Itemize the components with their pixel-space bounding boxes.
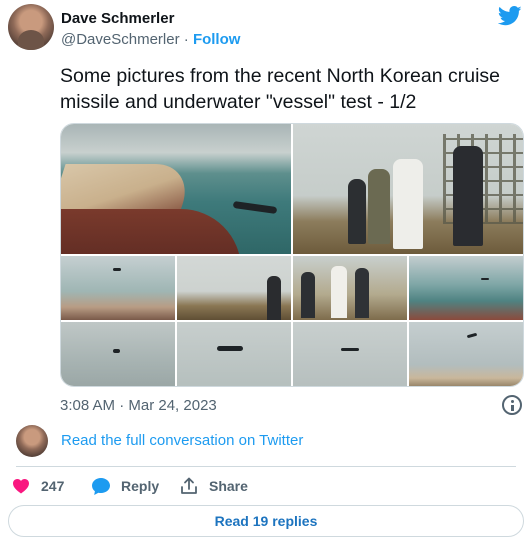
tweet-timestamp[interactable]: 3:08 AM · Mar 24, 2023 xyxy=(60,397,217,415)
like-count: 247 xyxy=(41,478,65,494)
photo-sea-view[interactable] xyxy=(409,256,523,320)
divider xyxy=(16,466,516,467)
photo-sky-2[interactable] xyxy=(177,322,291,386)
read-conversation-link[interactable]: Read the full conversation on Twitter xyxy=(61,432,303,450)
handle-separator: · xyxy=(183,31,189,48)
tweet-embed-card: Dave Schmerler @DaveSchmerler · Follow S… xyxy=(0,0,532,543)
reply-button[interactable]: Reply xyxy=(92,476,159,496)
photo-sky-3[interactable] xyxy=(293,322,407,386)
read-replies-button[interactable]: Read 19 replies xyxy=(8,505,524,537)
photo-missile-coast[interactable] xyxy=(61,124,291,254)
share-label: Share xyxy=(209,478,248,494)
photo-hill-observer[interactable] xyxy=(177,256,291,320)
follow-button[interactable]: Follow xyxy=(193,31,241,48)
share-icon xyxy=(181,477,197,494)
author-handle[interactable]: @DaveSchmerler xyxy=(61,31,180,48)
author-avatar[interactable] xyxy=(8,4,54,50)
author-name[interactable]: Dave Schmerler xyxy=(61,10,174,28)
reply-label: Reply xyxy=(121,478,160,494)
photo-sky-4[interactable] xyxy=(409,322,523,386)
twitter-bird-icon[interactable] xyxy=(498,6,522,26)
heart-icon xyxy=(13,479,29,494)
photo-sky-1[interactable] xyxy=(61,322,175,386)
media-grid[interactable] xyxy=(60,123,524,387)
share-button[interactable]: Share xyxy=(180,476,248,496)
photo-group-watching[interactable] xyxy=(293,256,407,320)
tweet-text: Some pictures from the recent North Kore… xyxy=(60,65,501,113)
photo-coast-flight[interactable] xyxy=(61,256,175,320)
info-icon[interactable] xyxy=(502,395,522,415)
reply-bubble-icon xyxy=(92,477,110,495)
photo-observers[interactable] xyxy=(293,124,523,254)
missile-shape xyxy=(232,200,278,215)
like-button[interactable]: 247 xyxy=(12,476,64,496)
author-handle-row: @DaveSchmerler · Follow xyxy=(61,31,240,49)
conversation-avatar xyxy=(16,425,48,457)
